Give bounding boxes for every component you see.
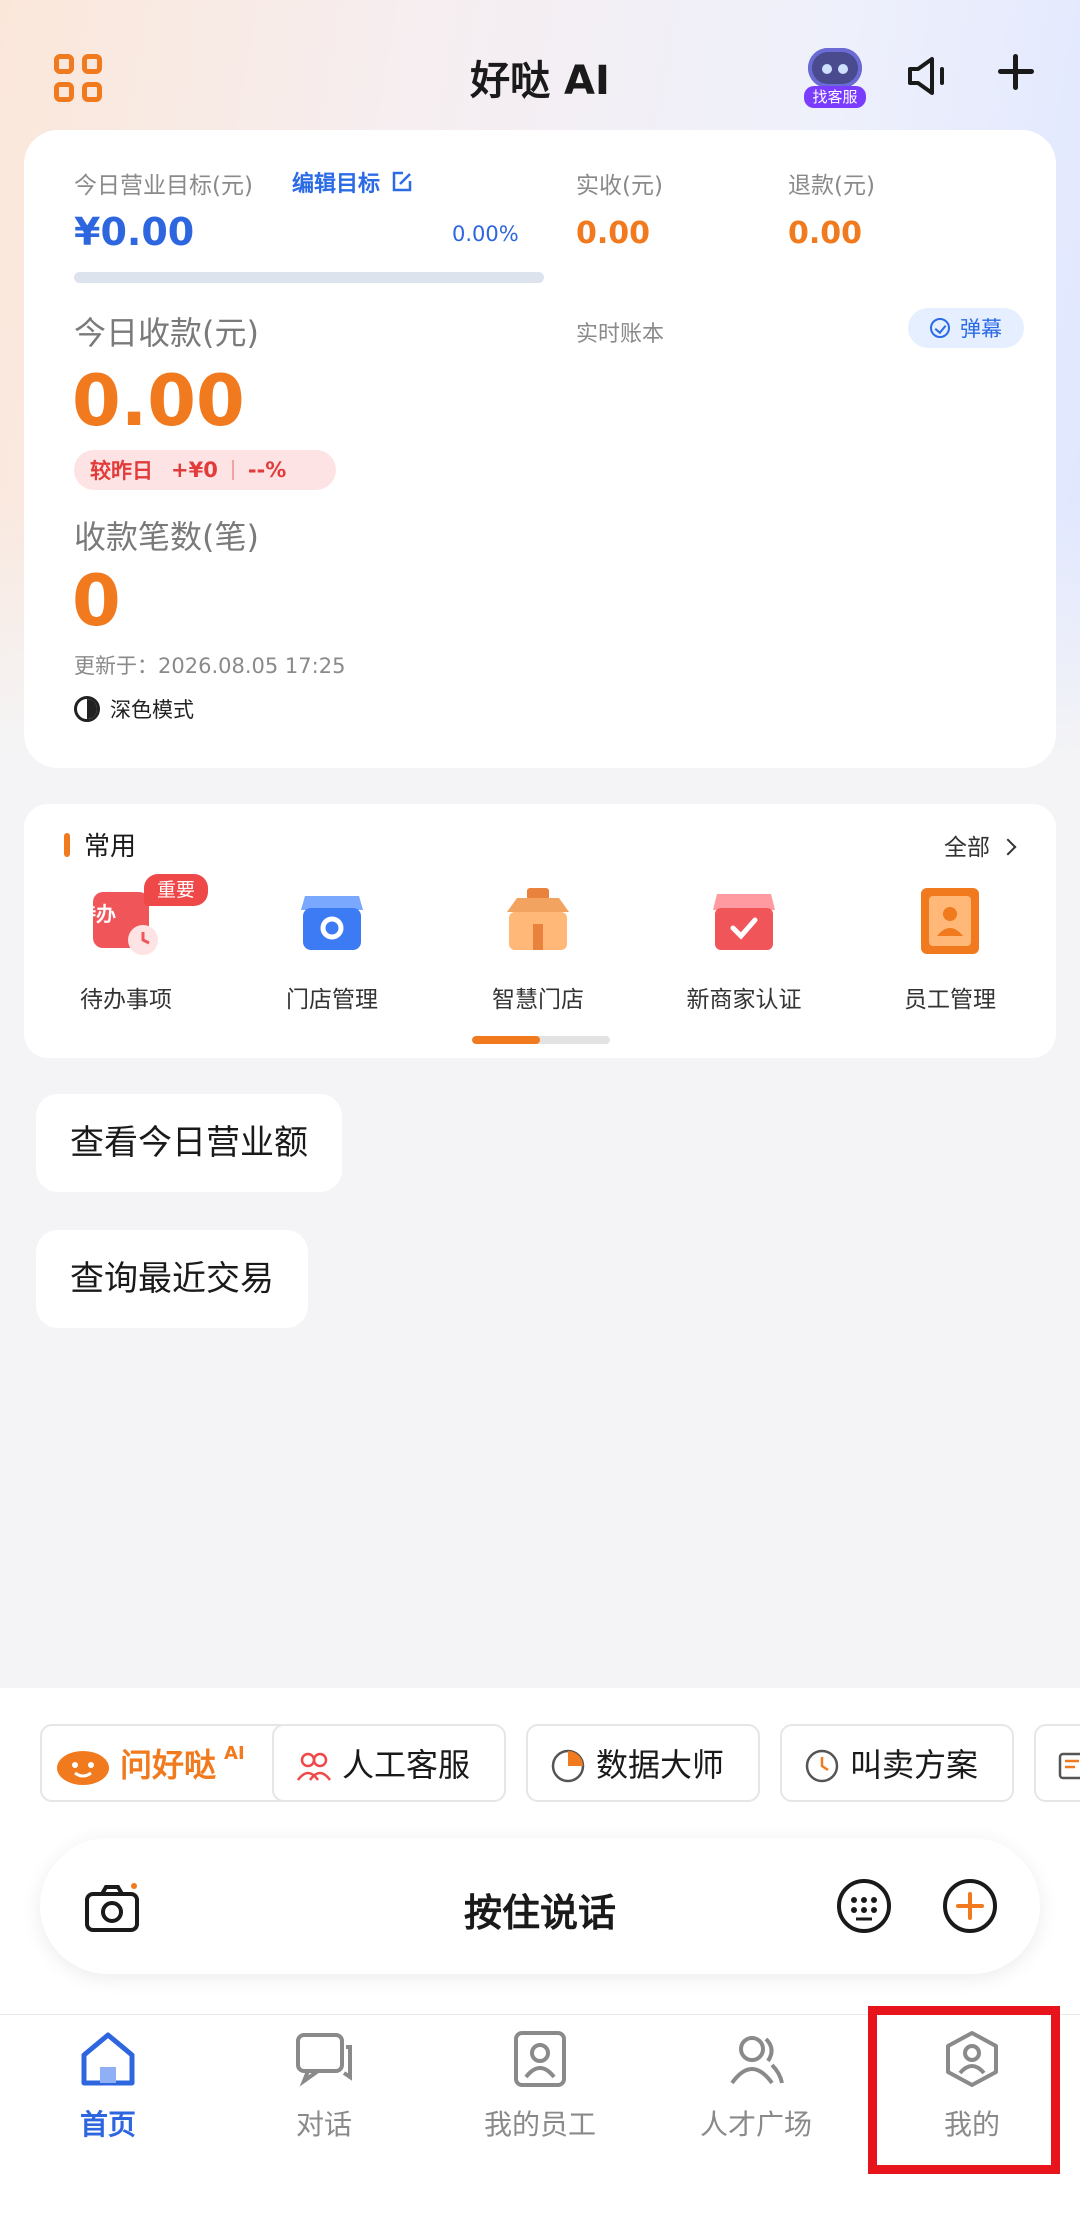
refund-value: 0.00 bbox=[788, 216, 863, 251]
important-badge: 重要 bbox=[144, 874, 208, 906]
received-label: 实收(元) bbox=[576, 173, 663, 199]
tab-talent-plaza[interactable]: 人才广场 bbox=[648, 2015, 864, 2165]
tool-staff-management[interactable]: 员工管理 bbox=[870, 886, 1030, 1014]
pie-chart-icon bbox=[551, 1749, 585, 1783]
chip-sales-plan[interactable]: 叫卖方案 bbox=[780, 1724, 1014, 1802]
compare-yesterday-badge: 较昨日 +¥0 --% bbox=[74, 450, 336, 490]
today-income-label: 今日收款(元) bbox=[74, 314, 259, 352]
chevron-right-icon bbox=[999, 838, 1017, 856]
smart-store-icon bbox=[507, 888, 569, 950]
home-icon bbox=[81, 2032, 135, 2086]
top-bar: 好哒 AI 找客服 bbox=[0, 0, 1080, 130]
danmu-toggle[interactable]: 弹幕 bbox=[908, 308, 1024, 348]
document-icon bbox=[1058, 1752, 1080, 1780]
talent-icon bbox=[730, 2036, 784, 2085]
refund-label: 退款(元) bbox=[788, 173, 875, 199]
edit-target-link[interactable]: 编辑目标 bbox=[292, 166, 414, 198]
edit-icon bbox=[392, 171, 412, 192]
tab-chat[interactable]: 对话 bbox=[216, 2015, 432, 2165]
employee-icon bbox=[514, 2031, 566, 2087]
realtime-ledger-label: 实时账本 bbox=[576, 322, 665, 347]
shortcut-chips: 问好哒 AI 人工客服 数据大师 叫卖方案 bbox=[40, 1724, 1080, 1804]
tab-home[interactable]: 首页 bbox=[0, 2015, 216, 2165]
today-income-value: 0.00 bbox=[72, 360, 245, 442]
common-title: 常用 bbox=[64, 826, 136, 863]
check-circle-icon bbox=[930, 318, 950, 338]
target-label: 今日营业目标(元) bbox=[74, 173, 253, 199]
chip-more[interactable] bbox=[1034, 1724, 1080, 1802]
common-tools-card: 常用 全部 待办 待办事项 重要 门店管理 智慧门店 新商家认证 员工管理 bbox=[24, 804, 1056, 1058]
tool-merchant-verify[interactable]: 新商家认证 bbox=[664, 886, 824, 1014]
quick-query-recent-transactions[interactable]: 查询最近交易 bbox=[36, 1230, 308, 1328]
chip-data-master[interactable]: 数据大师 bbox=[526, 1724, 760, 1802]
chat-icon bbox=[296, 2033, 352, 2087]
target-progress-bar bbox=[74, 272, 544, 283]
add-circle-icon[interactable] bbox=[942, 1878, 998, 1934]
payment-count-label: 收款笔数(笔) bbox=[74, 518, 259, 556]
keyboard-icon[interactable] bbox=[836, 1878, 892, 1934]
merchant-verify-icon bbox=[713, 894, 775, 950]
target-percent: 0.00% bbox=[452, 222, 519, 246]
chip-ask-haoda[interactable]: 问好哒 AI bbox=[40, 1724, 292, 1802]
payment-count-value: 0 bbox=[72, 560, 121, 642]
add-icon[interactable] bbox=[996, 52, 1036, 92]
staff-management-icon bbox=[921, 888, 979, 954]
tool-store-management[interactable]: 门店管理 bbox=[252, 886, 412, 1014]
voice-input-bar[interactable]: 按住说话 bbox=[40, 1838, 1040, 1974]
view-all-link[interactable]: 全部 bbox=[944, 828, 1017, 862]
received-value: 0.00 bbox=[576, 216, 651, 251]
clock-icon bbox=[805, 1749, 839, 1783]
tab-my-employees[interactable]: 我的员工 bbox=[432, 2015, 648, 2165]
bot-tag: 找客服 bbox=[804, 86, 866, 108]
customer-service-bot-icon[interactable]: 找客服 bbox=[804, 44, 866, 108]
assistant-input-panel: 问好哒 AI 人工客服 数据大师 叫卖方案 按住说话 bbox=[0, 1688, 1080, 2014]
highlight-box bbox=[868, 2006, 1060, 2174]
target-value: ¥0.00 bbox=[74, 210, 195, 254]
speaker-icon[interactable] bbox=[906, 56, 950, 96]
tool-smart-store[interactable]: 智慧门店 bbox=[458, 886, 618, 1014]
updated-time: 更新于：2026.08.05 17:25 bbox=[74, 654, 346, 678]
tools-pager-indicator bbox=[472, 1036, 610, 1044]
chip-human-service[interactable]: 人工客服 bbox=[272, 1724, 506, 1802]
business-summary-card: 今日营业目标(元) 编辑目标 ¥0.00 0.00% 实收(元) 0.00 退款… bbox=[24, 130, 1056, 768]
dark-mode-toggle[interactable]: 深色模式 bbox=[74, 694, 194, 724]
dark-mode-icon bbox=[74, 696, 100, 722]
customer-service-icon bbox=[296, 1752, 332, 1781]
quick-query-today-revenue[interactable]: 查看今日营业额 bbox=[36, 1094, 342, 1192]
haoda-mascot-icon bbox=[57, 1751, 109, 1785]
store-management-icon bbox=[301, 896, 363, 950]
